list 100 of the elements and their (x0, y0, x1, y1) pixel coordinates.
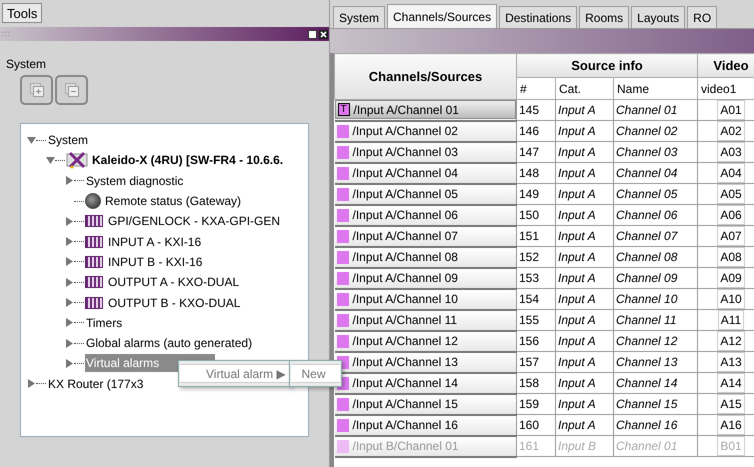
collapse-arrow-icon[interactable] (46, 156, 55, 164)
expand-arrow-icon[interactable] (65, 318, 74, 328)
expand-arrow-icon[interactable] (65, 338, 74, 348)
expand-all-button[interactable] (20, 75, 53, 105)
source-cell[interactable]: /Input A/Channel 03 (334, 142, 516, 162)
tree-item[interactable]: System diagnostic (85, 172, 184, 190)
group-header: Video (698, 54, 754, 78)
expand-arrow-icon[interactable] (65, 176, 74, 186)
table-cell: Channel 10 (614, 288, 698, 310)
source-cell[interactable]: /Input A/Channel 12 (334, 332, 516, 350)
tab[interactable]: Layouts (631, 6, 686, 28)
table-cell: A06 (717, 205, 745, 225)
table-cell: A16 (717, 415, 745, 435)
collapse-arrow-icon[interactable] (27, 136, 36, 144)
source-path: /Input A/Channel 07 (352, 228, 458, 245)
tag-badge: T (338, 103, 350, 116)
source-cell[interactable]: /Input A/Channel 05 (334, 184, 516, 204)
table-cell: A01 (717, 100, 745, 120)
table-cell: 145 (516, 100, 556, 120)
table-cell: Input A (556, 372, 614, 394)
tree-item[interactable]: INPUT B - KXI-16 (107, 252, 204, 271)
source-cell[interactable]: /Input A/Channel 13 (334, 352, 516, 372)
tab[interactable]: RO (687, 6, 718, 28)
tree-item[interactable]: Global alarms (auto generated) (85, 334, 254, 352)
tab[interactable]: Destinations (499, 6, 578, 28)
table-cell: A09 (717, 268, 745, 288)
collapse-all-button[interactable] (55, 75, 88, 105)
tree-item[interactable]: Timers (85, 314, 124, 332)
source-path: /Input A/Channel 14 (352, 375, 458, 392)
source-path: /Input A/Channel 06 (352, 207, 458, 224)
column-header[interactable]: # (516, 78, 556, 100)
source-cell[interactable]: /Input A/Channel 15 (334, 394, 516, 414)
tab[interactable]: Rooms (579, 6, 630, 28)
expand-arrow-icon[interactable] (65, 278, 74, 287)
source-cell[interactable]: /Input A/Channel 02 (334, 122, 516, 140)
table-cell: A14 (717, 373, 745, 393)
source-cell[interactable]: /Input A/Channel 14 (334, 374, 516, 392)
close-icon[interactable] (319, 30, 328, 38)
card-icon (85, 276, 103, 288)
card-icon (85, 296, 103, 309)
table-cell: Channel 02 (614, 120, 698, 142)
table-cell: 155 (516, 310, 556, 330)
tab[interactable]: Channels/Sources (387, 4, 498, 28)
tree-item[interactable]: OUTPUT A - KXO-DUAL (107, 273, 240, 292)
table-cell: Input A (556, 142, 614, 162)
table-cell: Channel 05 (614, 184, 698, 204)
table-cell: 160 (516, 414, 556, 436)
menu-item[interactable]: Virtual alarm ▶ (180, 364, 290, 383)
table-cell: Channel 01 (614, 100, 698, 120)
table-cell: A08 (717, 247, 745, 267)
table-cell: 149 (516, 184, 556, 204)
source-path: /Input A/Channel 09 (352, 270, 458, 287)
expand-arrow-icon[interactable] (65, 237, 74, 246)
table-cell: Input A (556, 226, 614, 246)
column-header[interactable]: video1 (698, 78, 754, 100)
source-path: /Input A/Channel 13 (352, 354, 458, 371)
column-header[interactable]: Cat. (556, 78, 614, 100)
column-header[interactable]: Name (614, 78, 698, 100)
menu-item[interactable]: New (291, 364, 340, 383)
source-cell[interactable]: /Input A/Channel 06 (334, 206, 516, 224)
column-header[interactable]: Channels/Sources (334, 54, 516, 100)
table-cell: A04 (717, 163, 745, 183)
table-cell: 154 (516, 288, 556, 310)
source-path: /Input A/Channel 04 (352, 165, 458, 182)
table-cell: 152 (516, 246, 556, 268)
table-cell: Channel 04 (614, 162, 698, 184)
tree-item[interactable]: KX Router (177x3 (47, 374, 144, 393)
table-cell: A13 (717, 352, 745, 372)
source-cell[interactable]: /Input A/Channel 09 (334, 268, 516, 288)
maximize-icon[interactable] (308, 30, 317, 38)
tree-item[interactable]: OUTPUT B - KXO-DUAL (107, 294, 242, 312)
tree-item[interactable]: GPI/GENLOCK - KXA-GPI-GEN (107, 212, 282, 230)
source-path: /Input A/Channel 10 (352, 291, 458, 308)
tab[interactable]: System (333, 6, 386, 28)
tools-menu[interactable]: Tools (2, 3, 42, 23)
source-cell[interactable]: T /Input A/Channel 01 (334, 100, 516, 120)
tree-item[interactable]: Kaleido-X (4RU) [SW-FR4 - 10.6.6. (91, 151, 284, 170)
source-cell[interactable]: /Input A/Channel 16 (334, 416, 516, 434)
expand-arrow-icon[interactable] (65, 257, 74, 266)
expand-arrow-icon[interactable] (65, 216, 74, 226)
expand-arrow-icon[interactable] (65, 298, 74, 308)
table-cell: A10 (717, 289, 745, 309)
table-cell: 148 (516, 162, 556, 184)
source-cell[interactable]: /Input A/Channel 07 (334, 226, 516, 246)
expand-arrow-icon[interactable] (27, 379, 36, 388)
tree-item[interactable]: System (47, 131, 90, 150)
source-path: /Input A/Channel 03 (352, 144, 458, 161)
card-icon (85, 256, 103, 268)
table-cell: A15 (717, 394, 745, 414)
expand-arrow-icon[interactable] (65, 358, 74, 368)
tree-item[interactable]: INPUT A - KXI-16 (107, 232, 202, 251)
table-cell: Channel 08 (614, 246, 698, 268)
source-cell[interactable]: /Input A/Channel 10 (334, 290, 516, 308)
round-light-icon (85, 193, 101, 210)
table-cell: 157 (516, 352, 556, 372)
table-cell: 151 (516, 226, 556, 246)
table-cell: Input B (556, 436, 614, 456)
source-path: /Input B/Channel 01 (352, 438, 459, 455)
source-path: /Input A/Channel 02 (352, 123, 458, 140)
tree-item[interactable]: Remote status (Gateway) (104, 192, 242, 210)
